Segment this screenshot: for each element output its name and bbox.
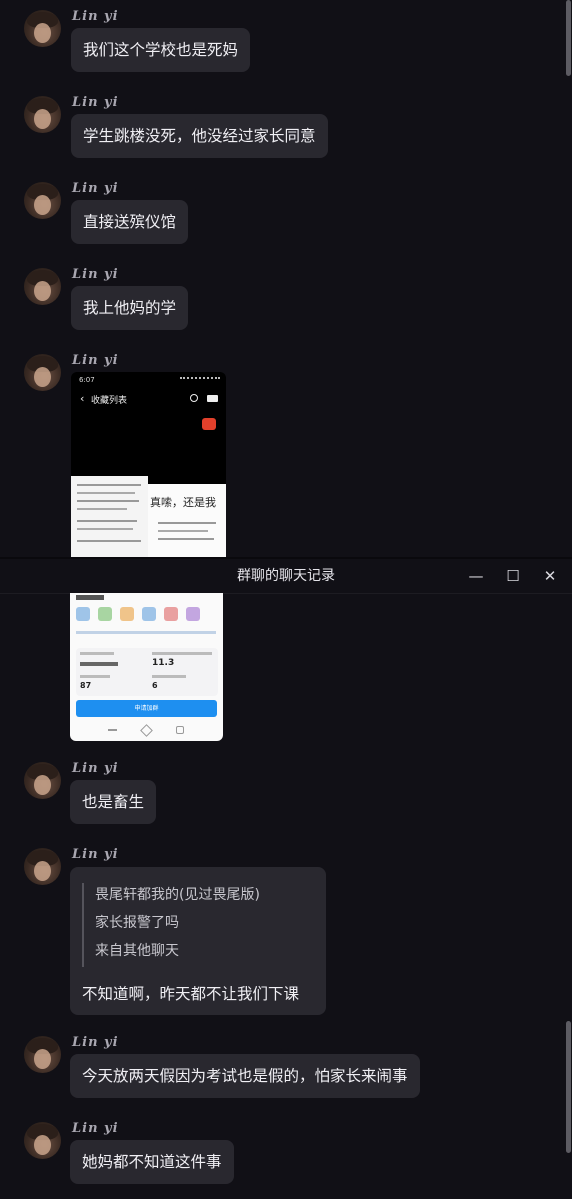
sender-name: Lin yi <box>72 353 119 368</box>
sender-name: Lin yi <box>72 95 119 110</box>
message-bubble[interactable]: 她妈都不知道这件事 <box>70 1140 234 1184</box>
mail-icon <box>207 395 218 402</box>
join-group-button: 申请加群 <box>76 700 217 717</box>
message-item: Lin yi 她妈都不知道这件事 <box>0 1119 558 1189</box>
sender-name: Lin yi <box>72 761 119 776</box>
avatar[interactable] <box>24 268 61 305</box>
shared-screenshot-image[interactable]: 11.3 87 6 申请加群 <box>70 593 223 741</box>
stat-value: 87 <box>80 681 92 690</box>
chat-history-window: 群聊的聊天记录 — ☐ ✕ 11.3 87 6 申请加群 Lin yi 也是畜生… <box>0 559 572 1199</box>
quote-source[interactable]: 来自其他聊天 <box>95 940 179 960</box>
message-item: Lin yi 我们这个学校也是死妈 <box>0 6 558 76</box>
message-bubble[interactable]: 学生跳楼没死，他没经过家长同意 <box>71 114 328 158</box>
icon-row <box>76 607 218 643</box>
stat-value: 6 <box>152 681 158 690</box>
scrollbar-thumb[interactable] <box>566 0 571 76</box>
message-bubble[interactable]: 我们这个学校也是死妈 <box>71 28 251 72</box>
stat-value: 11.3 <box>152 658 175 668</box>
avatar[interactable] <box>24 1036 61 1073</box>
phone-nav-bar <box>70 724 223 741</box>
message-item: Lin yi 我上他妈的学 <box>0 264 558 334</box>
close-button[interactable]: ✕ <box>533 559 567 593</box>
avatar[interactable] <box>24 848 61 885</box>
avatar[interactable] <box>24 762 61 799</box>
sender-name: Lin yi <box>72 267 119 282</box>
sender-name: Lin yi <box>72 1121 119 1136</box>
message-item: Lin yi 直接送殡仪馆 <box>0 178 558 248</box>
avatar[interactable] <box>24 354 61 391</box>
maximize-button[interactable]: ☐ <box>496 559 530 593</box>
sender-name: Lin yi <box>72 847 119 862</box>
shared-screenshot-image[interactable]: 6:07 ‹ 收藏列表 真嗦，还是我 <box>71 372 226 557</box>
sender-name: Lin yi <box>72 9 119 24</box>
message-bubble[interactable]: 也是畜生 <box>70 780 157 824</box>
sender-name: Lin yi <box>72 181 119 196</box>
quote-bar <box>82 883 84 967</box>
back-arrow-icon: ‹ <box>80 392 85 405</box>
message-item-image: Lin yi 6:07 ‹ 收藏列表 真嗦，还是我 <box>0 350 558 557</box>
avatar[interactable] <box>24 96 61 133</box>
quote-line: 畏尾轩都我的(见过畏尾版) <box>95 887 260 903</box>
avatar[interactable] <box>24 10 61 47</box>
avatar[interactable] <box>24 1122 61 1159</box>
avatar[interactable] <box>24 182 61 219</box>
phone-status-icons <box>180 377 220 384</box>
phone-status-time: 6:07 <box>79 376 95 384</box>
note-thumbnail <box>71 476 148 557</box>
sticker-icon <box>202 418 216 430</box>
reply-text: 不知道啊，昨天都不让我们下课 <box>82 985 300 1003</box>
chat-history-pane-top: Lin yi 我们这个学校也是死妈 Lin yi 学生跳楼没死，他没经过家长同意… <box>0 0 572 557</box>
minimize-button[interactable]: — <box>459 559 493 593</box>
search-icon <box>190 394 198 402</box>
phone-header: 收藏列表 <box>91 396 128 406</box>
message-bubble[interactable]: 今天放两天假因为考试也是假的，怕家长来闹事 <box>70 1054 420 1098</box>
quote-line: 家长报警了吗 <box>95 915 179 931</box>
message-bubble[interactable]: 直接送殡仪馆 <box>71 200 189 244</box>
quoted-reply-bubble[interactable]: 畏尾轩都我的(见过畏尾版) 家长报警了吗 来自其他聊天 不知道啊，昨天都不让我们… <box>70 867 326 1015</box>
message-item: Lin yi 学生跳楼没死，他没经过家长同意 <box>0 92 558 162</box>
calligraphy-thumbnail: 真嗦，还是我 <box>148 484 226 557</box>
scrollbar-thumb[interactable] <box>566 1021 571 1153</box>
sender-name: Lin yi <box>72 1035 119 1050</box>
title-bar[interactable]: 群聊的聊天记录 — ☐ ✕ <box>0 559 572 594</box>
message-item: Lin yi 今天放两天假因为考试也是假的，怕家长来闹事 <box>0 1033 558 1103</box>
message-bubble[interactable]: 我上他妈的学 <box>71 286 189 330</box>
stats-panel: 11.3 87 6 <box>76 648 218 696</box>
message-item: Lin yi 也是畜生 <box>0 759 558 829</box>
